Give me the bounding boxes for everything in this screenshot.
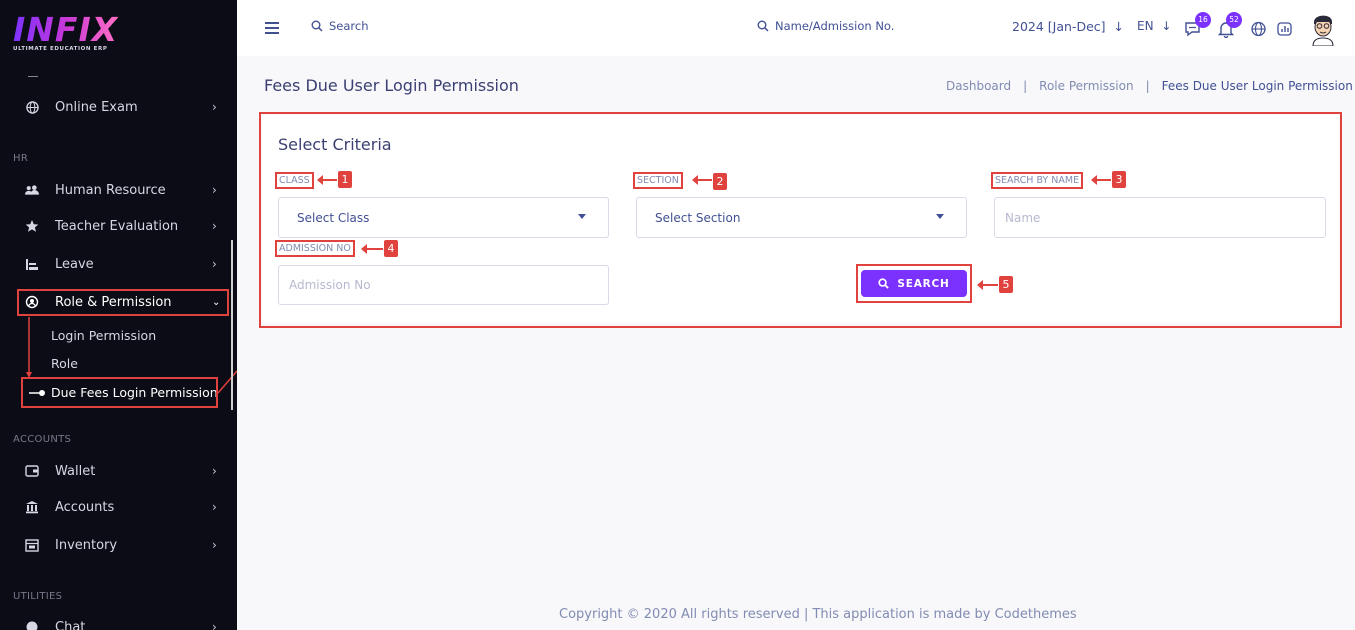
header-admission-label: Name/Admission No. — [775, 19, 895, 33]
search-button-label: SEARCH — [897, 277, 950, 290]
annotation-arrow — [361, 244, 383, 254]
chevron-right-icon: › — [212, 538, 217, 552]
annotation-arrow — [977, 280, 998, 290]
annotation-arrow — [1091, 175, 1111, 185]
breadcrumb-separator: | — [1145, 79, 1150, 93]
annotation-marker-2: 2 — [713, 173, 727, 190]
search-icon — [878, 278, 890, 289]
section-select[interactable]: Select Section — [636, 197, 967, 238]
section-title-utilities: UTILITIES — [13, 591, 63, 602]
sidebar: INFIX ULTIMATE EDUCATION ERP Online Exam… — [0, 0, 237, 630]
messages-badge: 16 — [1195, 12, 1211, 28]
arrow-down-icon: ↓ — [1113, 19, 1124, 34]
chevron-right-icon: › — [212, 500, 217, 514]
breadcrumb-dashboard[interactable]: Dashboard — [946, 79, 1011, 93]
breadcrumb: Dashboard | Role Permission | Fees Due U… — [946, 79, 1353, 93]
criteria-title: Select Criteria — [278, 135, 392, 154]
annotation-marker-4: 4 — [384, 240, 398, 257]
academic-year-value: 2024 [Jan-Dec] — [1012, 19, 1106, 34]
sidebar-item-accounts[interactable]: Accounts › — [0, 490, 237, 524]
annotation-arrow — [692, 175, 712, 185]
wallet-icon — [25, 464, 39, 478]
search-button[interactable]: SEARCH — [861, 270, 967, 297]
messages-icon[interactable]: 16 — [1184, 12, 1211, 38]
sidebar-item-label: Accounts — [55, 499, 115, 515]
annotation-marker-1: 1 — [338, 171, 352, 188]
page-title: Fees Due User Login Permission — [264, 76, 519, 95]
bank-icon — [25, 500, 39, 514]
search-by-name-label: SEARCH BY NAME — [991, 172, 1084, 189]
search-icon — [311, 20, 323, 32]
chevron-right-icon: › — [212, 464, 217, 478]
sidebar-item-label: Chat — [55, 619, 86, 630]
inventory-icon — [25, 538, 39, 552]
class-select-value: Select Class — [297, 210, 370, 225]
annotation-marker-5: 5 — [999, 276, 1013, 293]
sidebar-subitem-login-permission[interactable]: Login Permission — [51, 328, 156, 343]
footer-copyright: Copyright © 2020 All rights reserved | T… — [559, 607, 1077, 622]
notifications-badge: 52 — [1226, 12, 1242, 28]
name-input-placeholder: Name — [1005, 210, 1041, 225]
header-search-label: Search — [329, 19, 369, 33]
menu-toggle-icon[interactable] — [265, 22, 279, 34]
admission-no-label: ADMISSION NO — [275, 240, 355, 257]
section-select-value: Select Section — [655, 210, 741, 225]
annotation-arrow — [317, 175, 337, 185]
class-select[interactable]: Select Class — [278, 197, 609, 238]
language-value: EN — [1137, 19, 1154, 33]
annotation-marker-3: 3 — [1112, 171, 1126, 188]
user-avatar[interactable] — [1309, 10, 1337, 47]
search-icon — [757, 20, 769, 32]
arrow-down-icon: ↓ — [1161, 19, 1172, 33]
sidebar-item-inventory[interactable]: Inventory › — [0, 528, 237, 562]
breadcrumb-current: Fees Due User Login Permission — [1161, 79, 1353, 93]
sidebar-item-wallet[interactable]: Wallet › — [0, 454, 237, 488]
breadcrumb-separator: | — [1023, 79, 1028, 93]
breadcrumb-role-permission[interactable]: Role Permission — [1039, 79, 1133, 93]
section-label: SECTION — [633, 172, 683, 189]
header-search[interactable]: Search — [311, 19, 369, 33]
header-admission-search[interactable]: Name/Admission No. — [757, 19, 894, 33]
top-header: Search Name/Admission No. 2024 [Jan-Dec]… — [237, 0, 1355, 56]
chat-icon — [25, 620, 39, 630]
name-input[interactable]: Name — [994, 197, 1326, 238]
stats-icon[interactable] — [1276, 20, 1294, 38]
admission-no-placeholder: Admission No — [289, 278, 371, 292]
language-selector[interactable]: EN ↓ — [1137, 19, 1171, 33]
caret-down-icon — [936, 214, 944, 219]
bell-icon[interactable]: 52 — [1217, 12, 1242, 39]
sidebar-subitem-role[interactable]: Role — [51, 356, 78, 371]
academic-year-selector[interactable]: 2024 [Jan-Dec] ↓ — [1012, 19, 1124, 34]
sidebar-item-label: Wallet — [55, 463, 96, 479]
sidebar-scrollbar[interactable] — [231, 240, 233, 410]
caret-down-icon — [578, 214, 586, 219]
globe-icon[interactable] — [1250, 20, 1268, 38]
sidebar-item-label: Inventory — [55, 537, 118, 553]
admission-no-input[interactable]: Admission No — [278, 265, 609, 305]
sidebar-item-chat[interactable]: Chat › — [0, 610, 237, 630]
chevron-right-icon: › — [212, 620, 217, 630]
section-title-accounts: ACCOUNTS — [13, 434, 72, 445]
class-label: CLASS — [275, 172, 314, 189]
due-fees-highlight — [21, 377, 218, 408]
